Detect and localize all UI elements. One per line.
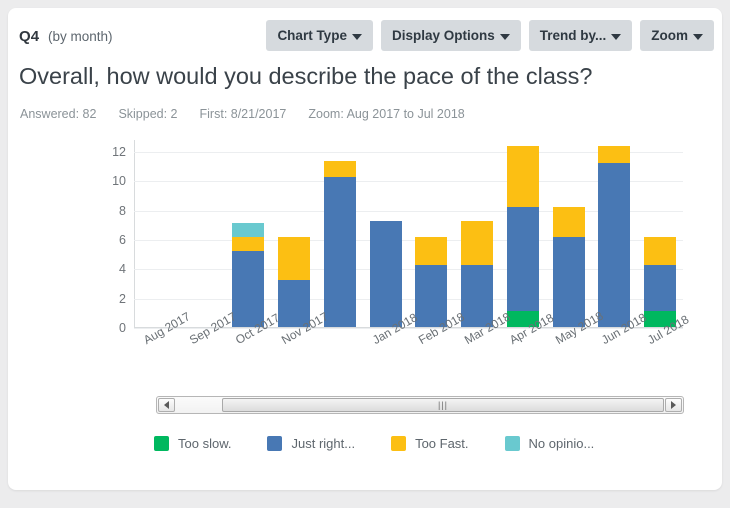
legend-label: Too Fast. <box>415 436 469 451</box>
scrollbar-right-button[interactable] <box>665 398 682 412</box>
chart-type-button[interactable]: Chart Type <box>266 20 373 51</box>
chart-toolbar: Chart Type Display Options Trend by... Z… <box>266 20 714 51</box>
bar-stack[interactable] <box>232 222 265 327</box>
y-axis-line <box>134 140 135 328</box>
y-axis-tick-label: 10 <box>112 174 126 189</box>
chart-horizontal-scrollbar[interactable]: ||| <box>156 396 684 414</box>
question-stats: Answered: 82 Skipped: 2 First: 8/21/2017… <box>20 107 465 121</box>
display-options-label: Display Options <box>391 28 495 43</box>
y-axis-tick-label: 0 <box>119 321 126 335</box>
legend-item[interactable]: No opinio... <box>504 436 595 451</box>
y-axis-tick-label: 8 <box>119 203 126 218</box>
bar-segment[interactable] <box>552 206 585 238</box>
chevron-down-icon <box>693 33 703 40</box>
chart-plot-area: 0 2 4 6 8 10 12 Aug 2017 Sep 2017 Oct 2017 Nov 20… <box>112 140 691 347</box>
page-title: Overall, how would you describe the pace… <box>19 63 593 89</box>
question-subtitle: (by month) <box>48 29 113 44</box>
scrollbar-left-button[interactable] <box>158 398 175 412</box>
stat-zoom-range: Zoom: Aug 2017 to Jul 2018 <box>308 107 465 121</box>
bar-stack[interactable] <box>644 237 677 327</box>
bar-segment[interactable] <box>415 265 448 327</box>
legend-item[interactable]: Too Fast. <box>391 436 469 451</box>
bar-stack[interactable] <box>415 237 448 327</box>
bar-stack[interactable] <box>369 221 402 327</box>
card-header: Q4 (by month) Chart Type Display Options… <box>8 8 722 60</box>
bar-stack[interactable] <box>506 146 539 327</box>
question-number: Q4 <box>19 28 40 45</box>
arrow-left-icon <box>164 401 169 409</box>
bar-segment[interactable] <box>552 237 585 327</box>
bar-segment[interactable] <box>598 146 631 163</box>
bar-segment[interactable] <box>232 250 265 327</box>
scrollbar-thumb[interactable]: ||| <box>222 398 664 412</box>
arrow-right-icon <box>671 401 676 409</box>
bar-stack[interactable] <box>323 161 356 327</box>
bar-segment[interactable] <box>415 237 448 266</box>
chart-legend: Too slow. Just right... Too Fast. No opinio… <box>154 436 594 451</box>
y-axis-tick-label: 6 <box>119 232 126 247</box>
chevron-down-icon <box>351 33 362 40</box>
scrollbar-grip-icon: ||| <box>437 399 448 410</box>
legend-swatch <box>267 436 283 451</box>
bar-stack[interactable] <box>278 237 311 327</box>
legend-label: Too slow. <box>178 436 232 451</box>
chevron-down-icon <box>611 33 622 40</box>
stat-skipped: Skipped: 2 <box>118 107 178 121</box>
bar-segment[interactable] <box>461 265 494 327</box>
chart-type-label: Chart Type <box>277 28 347 43</box>
legend-label: No opinio... <box>528 436 595 451</box>
legend-swatch <box>154 436 169 451</box>
bar-segment[interactable] <box>323 177 356 327</box>
bar-stack[interactable] <box>461 221 494 327</box>
display-options-button[interactable]: Display Options <box>380 20 521 51</box>
bar-segment[interactable] <box>461 221 494 266</box>
bar-segment[interactable] <box>232 222 265 238</box>
bar-segment[interactable] <box>506 206 539 311</box>
legend-item[interactable]: Too slow. <box>154 436 231 451</box>
bar-segment[interactable] <box>644 237 677 266</box>
bar-segment[interactable] <box>232 237 265 251</box>
y-axis-tick-label: 4 <box>119 262 126 277</box>
survey-question-card: Q4 (by month) Chart Type Display Options… <box>8 8 722 490</box>
zoom-button[interactable]: Zoom <box>640 20 714 51</box>
trend-by-label: Trend by... <box>539 28 607 43</box>
chevron-down-icon <box>499 33 510 40</box>
trend-by-button[interactable]: Trend by... <box>528 20 633 51</box>
legend-label: Just right... <box>291 436 356 451</box>
zoom-label: Zoom <box>651 28 688 43</box>
bar-segment[interactable] <box>323 161 356 178</box>
bar-segment[interactable] <box>369 221 402 327</box>
legend-item[interactable]: Just right... <box>267 436 355 451</box>
stat-first: First: 8/21/2017 <box>199 107 287 121</box>
bar-segment[interactable] <box>598 162 631 327</box>
bar-segment[interactable] <box>278 237 311 280</box>
bar-segment[interactable] <box>644 265 677 311</box>
scrollbar-track[interactable]: ||| <box>176 398 664 412</box>
bar-stack[interactable] <box>598 146 631 327</box>
y-axis-tick-label: 2 <box>119 291 126 306</box>
chart-container: 0 2 4 6 8 10 12 Aug 2017 Sep 2017 Oct 2017 Nov 20… <box>8 126 722 396</box>
bar-stack[interactable] <box>552 206 585 327</box>
legend-swatch <box>504 436 520 451</box>
legend-swatch <box>391 436 407 451</box>
y-axis-tick-label: 12 <box>112 144 126 159</box>
bar-segment[interactable] <box>506 146 539 207</box>
stat-answered: Answered: 82 <box>20 107 97 121</box>
